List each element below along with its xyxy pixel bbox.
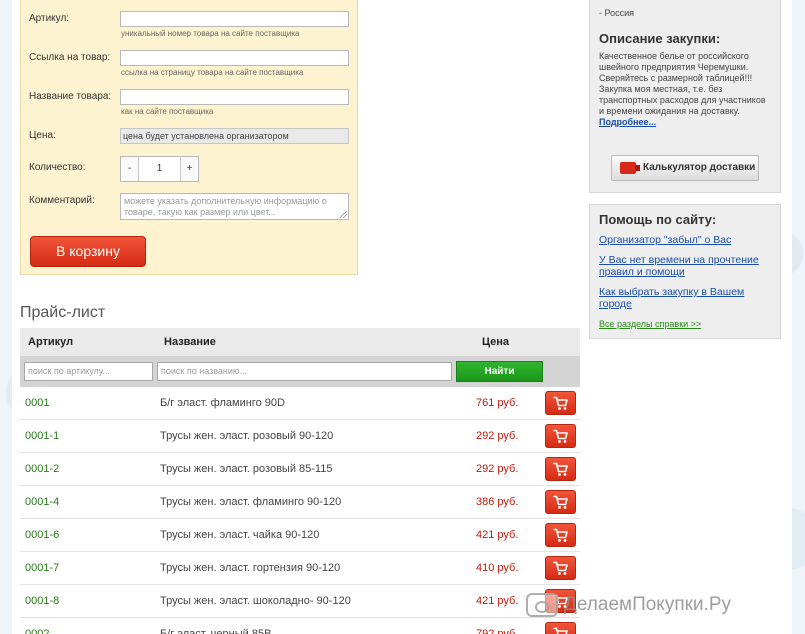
col-price-header: Цена [482, 336, 510, 348]
table-row: 0001 Б/г эласт. фламинго 90D 761 руб. [20, 387, 580, 420]
purchase-description-panel: - Россия Описание закупки: Качественное … [589, 0, 781, 193]
row-name: Трусы жен. эласт. розовый 90-120 [160, 430, 334, 442]
table-row: 0001-2 Трусы жен. эласт. розовый 85-115 … [20, 453, 580, 486]
price-field: цена будет установлена организатором [120, 128, 349, 144]
row-sku[interactable]: 0001-6 [25, 529, 59, 541]
price-label: Цена: [29, 130, 56, 141]
row-price: 386 руб. [476, 496, 519, 508]
qty-value[interactable]: 1 [139, 157, 180, 181]
order-form: Артикул: уникальный номер товара на сайт… [20, 0, 358, 275]
price-list-title: Прайс-лист [20, 304, 106, 321]
help-link-organizer[interactable]: Организатор "забыл" о Вас [599, 234, 775, 246]
table-header: Артикул Название Цена [20, 328, 580, 356]
link-input[interactable] [120, 50, 349, 66]
price-table-body: 0001 Б/г эласт. фламинго 90D 761 руб. 00… [20, 387, 580, 634]
row-cart-button[interactable] [545, 523, 576, 547]
row-cart-button[interactable] [545, 622, 576, 634]
table-row: 0001-4 Трусы жен. эласт. фламинго 90-120… [20, 486, 580, 519]
add-to-cart-button[interactable]: В корзину [30, 236, 146, 267]
row-price: 761 руб. [476, 397, 519, 409]
description-body: Качественное белье от российского швейно… [599, 51, 766, 116]
help-title: Помощь по сайту: [599, 212, 717, 227]
row-cart-button[interactable] [545, 457, 576, 481]
comment-textarea[interactable]: можете указать дополнительную информацию… [120, 193, 349, 220]
help-all-link[interactable]: Все разделы справки >> [599, 319, 701, 329]
qty-label: Количество: [29, 162, 86, 173]
sku-input[interactable] [120, 11, 349, 27]
cart-icon [553, 528, 568, 542]
name-label: Название товара: [29, 91, 112, 102]
row-name: Трусы жен. эласт. чайка 90-120 [160, 529, 320, 541]
name-search-input[interactable]: поиск по названию... [157, 362, 452, 381]
row-sku[interactable]: 0002 [25, 628, 49, 634]
link-label: Ссылка на товар: [29, 52, 111, 63]
qty-minus-button[interactable]: - [121, 157, 139, 181]
row-sku[interactable]: 0001-8 [25, 595, 59, 607]
name-hint: как на сайте поставщика [121, 107, 214, 116]
description-text: Качественное белье от российского швейно… [599, 51, 769, 128]
qty-plus-button[interactable]: + [180, 157, 198, 181]
filter-row: поиск по артикулу... поиск по названию..… [20, 356, 580, 387]
row-sku[interactable]: 0001-1 [25, 430, 59, 442]
row-cart-button[interactable] [545, 556, 576, 580]
more-link[interactable]: Подробнее... [599, 117, 656, 127]
cart-icon [553, 396, 568, 410]
row-name: Трусы жен. эласт. розовый 85-115 [160, 463, 333, 475]
row-name: Б/г эласт. черный 85B [160, 628, 272, 634]
table-row: 0001-8 Трусы жен. эласт. шоколадно- 90-1… [20, 585, 580, 618]
help-link-no-time[interactable]: У Вас нет времени на прочтение правил и … [599, 254, 775, 278]
row-sku[interactable]: 0001-2 [25, 463, 59, 475]
row-price: 410 руб. [476, 562, 519, 574]
calc-button-label: Калькулятор доставки [643, 162, 756, 173]
row-sku[interactable]: 0001-4 [25, 496, 59, 508]
site-watermark: ДелаемПокупки.Ру [524, 588, 805, 622]
row-name: Трусы жен. эласт. фламинго 90-120 [160, 496, 342, 508]
table-row: 0002 Б/г эласт. черный 85B 792 руб. [20, 618, 580, 634]
sku-label: Артикул: [29, 13, 70, 24]
row-sku[interactable]: 0001 [25, 397, 49, 409]
resize-grip-icon[interactable] [340, 211, 347, 218]
cart-icon [553, 462, 568, 476]
row-sku[interactable]: 0001-7 [25, 562, 59, 574]
cart-icon [553, 627, 568, 634]
help-link-choose-city[interactable]: Как выбрать закупку в Вашем городе [599, 286, 775, 310]
row-cart-button[interactable] [545, 391, 576, 415]
row-name: Б/г эласт. фламинго 90D [160, 397, 285, 409]
row-price: 421 руб. [476, 595, 519, 607]
table-row: 0001-6 Трусы жен. эласт. чайка 90-120 42… [20, 519, 580, 552]
country-line: - Россия [599, 8, 635, 18]
watermark-text: ДелаемПокупки.Ру [564, 594, 732, 615]
sku-hint: уникальный номер товара на сайте поставщ… [121, 29, 300, 38]
help-panel: Помощь по сайту: Организатор "забыл" о В… [589, 204, 781, 339]
row-price: 292 руб. [476, 430, 519, 442]
camera-logo-icon [526, 593, 558, 617]
cart-icon [553, 429, 568, 443]
row-price: 421 руб. [476, 529, 519, 541]
row-name: Трусы жен. эласт. шоколадно- 90-120 [160, 595, 351, 607]
delivery-calculator-button[interactable]: Калькулятор доставки [611, 155, 759, 181]
sku-search-input[interactable]: поиск по артикулу... [24, 362, 153, 381]
cart-icon [553, 561, 568, 575]
name-input[interactable] [120, 89, 349, 105]
description-title: Описание закупки: [599, 31, 721, 46]
find-button[interactable]: Найти [456, 361, 543, 382]
row-price: 292 руб. [476, 463, 519, 475]
table-row: 0001-1 Трусы жен. эласт. розовый 90-120 … [20, 420, 580, 453]
row-name: Трусы жен. эласт. гортензия 90-120 [160, 562, 341, 574]
row-cart-button[interactable] [545, 490, 576, 514]
col-sku-header: Артикул [28, 336, 74, 348]
truck-icon [620, 162, 640, 174]
table-row: 0001-7 Трусы жен. эласт. гортензия 90-12… [20, 552, 580, 585]
link-hint: ссылка на страницу товара на сайте поста… [121, 68, 304, 77]
comment-placeholder: можете указать дополнительную информацию… [124, 196, 327, 217]
col-name-header: Название [164, 336, 216, 348]
comment-label: Комментарий: [29, 195, 95, 206]
row-cart-button[interactable] [545, 424, 576, 448]
cart-icon [553, 495, 568, 509]
quantity-stepper: - 1 + [120, 156, 199, 182]
row-price: 792 руб. [476, 628, 519, 634]
